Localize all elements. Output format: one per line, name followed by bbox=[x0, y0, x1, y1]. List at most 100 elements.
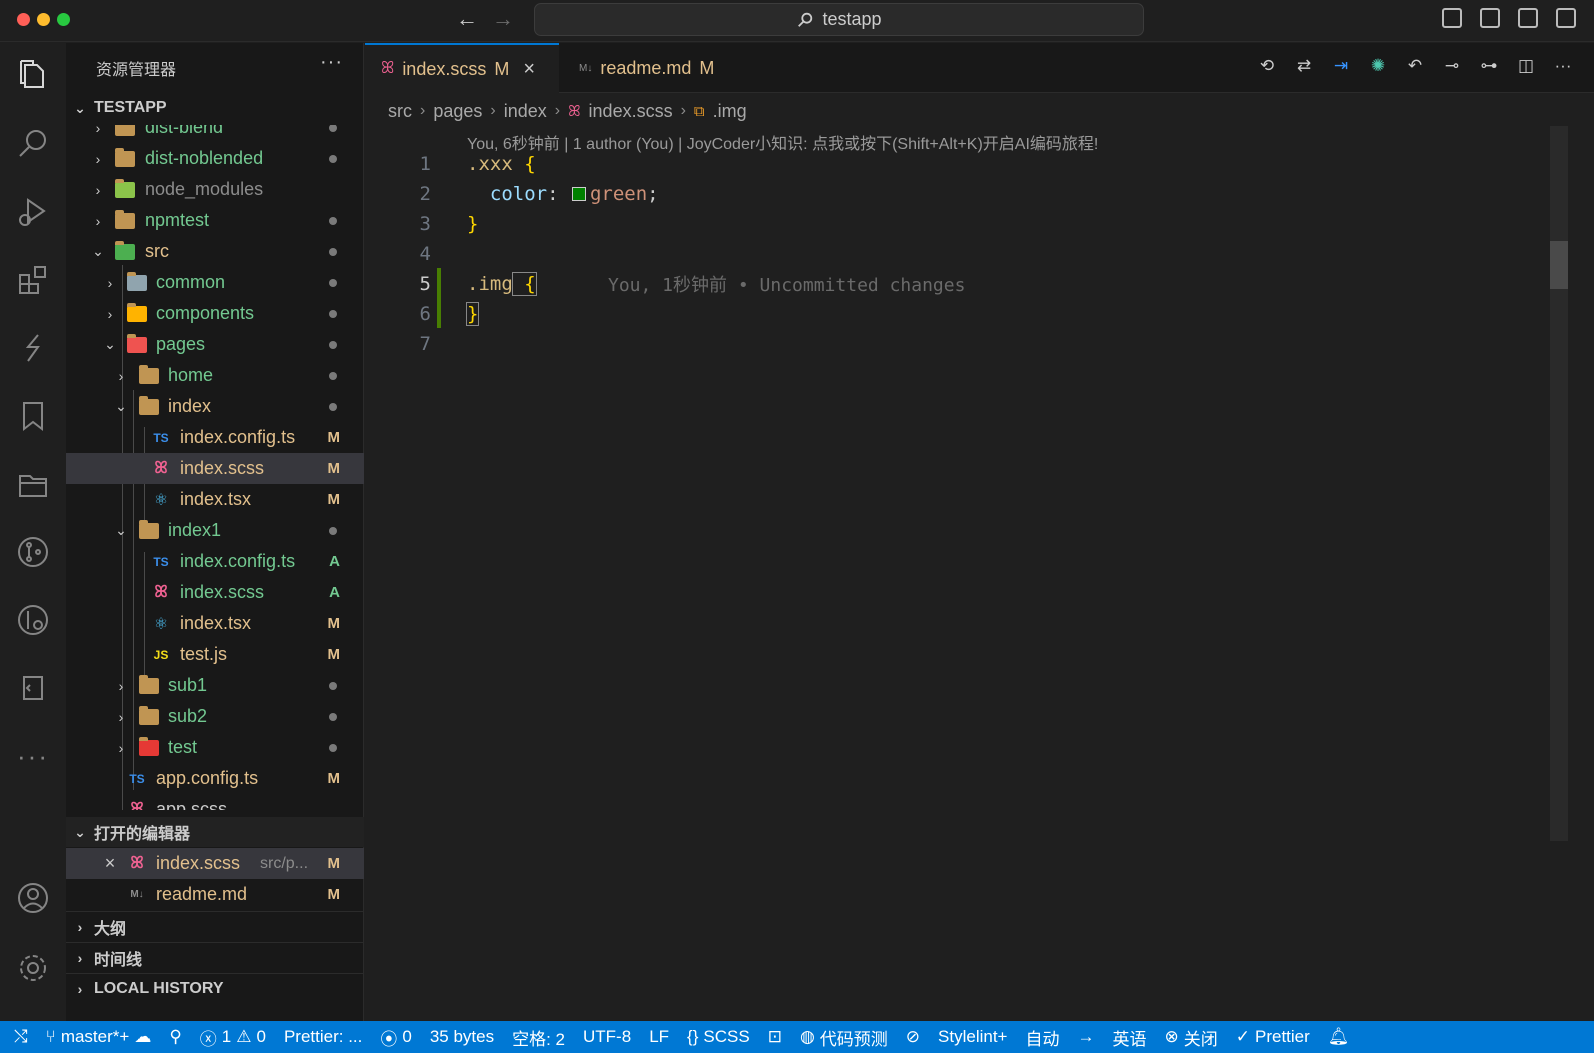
maximize-window-button[interactable] bbox=[57, 13, 70, 26]
tree-item-index1-config-ts[interactable]: TS index.config.ts A bbox=[66, 546, 364, 577]
outline-header[interactable]: › 大纲 bbox=[66, 911, 364, 941]
tree-item-index-scss[interactable]: ꕤ index.scss M bbox=[66, 453, 364, 484]
tree-item-dist-blend[interactable]: › dist-blend bbox=[66, 125, 364, 143]
tree-item-index1-tsx[interactable]: ⚛ index.tsx M bbox=[66, 608, 364, 639]
tree-item-components[interactable]: › components bbox=[66, 298, 364, 329]
breadcrumb-item[interactable]: pages bbox=[433, 101, 482, 122]
ai-assistant-icon[interactable]: ✺ bbox=[1367, 55, 1389, 77]
tab-readme-md[interactable]: M↓ readme.md M bbox=[563, 43, 730, 93]
project-manager-icon[interactable] bbox=[14, 465, 52, 503]
more-actions-icon[interactable]: ··· bbox=[1552, 55, 1574, 77]
source-control-icon[interactable] bbox=[14, 533, 52, 571]
open-editors-header[interactable]: ⌄ 打开的编辑器 bbox=[66, 817, 364, 847]
settings-gear-icon[interactable] bbox=[14, 949, 52, 987]
tree-item-index-tsx[interactable]: ⚛ index.tsx M bbox=[66, 484, 364, 515]
open-editor-index-scss[interactable]: × ꕤ index.scss src/p... M bbox=[66, 848, 364, 879]
customize-layout-icon[interactable] bbox=[1556, 8, 1576, 28]
tree-item-src[interactable]: ⌄ src bbox=[66, 236, 364, 267]
breadcrumb-item[interactable]: src bbox=[388, 101, 412, 122]
indentation[interactable]: 空格: 2 bbox=[503, 1025, 574, 1050]
tree-item-node-modules[interactable]: › node_modules bbox=[66, 174, 364, 205]
close-icon[interactable]: × bbox=[102, 853, 118, 874]
forward-arrow-icon[interactable]: → bbox=[492, 6, 514, 32]
tree-item-pages[interactable]: ⌄ pages bbox=[66, 329, 364, 360]
stylelint-status[interactable]: Stylelint+ bbox=[929, 1027, 1016, 1047]
more-actions-icon[interactable]: ··· bbox=[320, 51, 343, 74]
language-mode[interactable]: {} SCSS bbox=[678, 1027, 759, 1047]
remote-indicator-icon[interactable]: ⤭ bbox=[0, 1027, 37, 1047]
tree-item-common[interactable]: › common bbox=[66, 267, 364, 298]
color-swatch[interactable] bbox=[571, 187, 586, 201]
explorer-icon[interactable] bbox=[14, 55, 52, 93]
tree-item-sub1[interactable]: › sub1 bbox=[66, 670, 364, 701]
go-back-icon[interactable]: ↶ bbox=[1404, 55, 1426, 77]
account-icon[interactable] bbox=[14, 879, 52, 917]
toggle-primary-sidebar-icon[interactable] bbox=[1442, 8, 1462, 28]
tree-item-npmtest[interactable]: › npmtest bbox=[66, 205, 364, 236]
joycoder-icon[interactable] bbox=[14, 329, 52, 367]
end-of-line[interactable]: LF bbox=[640, 1027, 678, 1047]
ai-icon: ◍ bbox=[799, 1027, 815, 1046]
auto-mode[interactable]: 自动 bbox=[1016, 1025, 1068, 1050]
tree-item-index1[interactable]: ⌄ index1 bbox=[66, 515, 364, 546]
ports-item[interactable]: ⦿ 0 bbox=[371, 1025, 420, 1050]
tree-item-home[interactable]: › home bbox=[66, 360, 364, 391]
git-branch-item[interactable]: ⑂ master*+ ☁ bbox=[37, 1027, 161, 1047]
back-arrow-icon[interactable]: ← bbox=[456, 6, 478, 32]
tree-item-sub2[interactable]: › sub2 bbox=[66, 701, 364, 732]
history-icon[interactable]: ⟲ bbox=[1256, 55, 1278, 77]
tree-item-index1-scss[interactable]: ꕤ index.scss A bbox=[66, 577, 364, 608]
encoding[interactable]: UTF-8 bbox=[574, 1027, 640, 1047]
node-folder-icon bbox=[114, 178, 136, 200]
tree-item-index-config-ts[interactable]: TS index.config.ts M bbox=[66, 422, 364, 453]
terminal-icon[interactable]: ⊡ bbox=[759, 1027, 791, 1047]
close-window-button[interactable] bbox=[17, 13, 30, 26]
tree-item-dist-noblended[interactable]: › dist-noblended bbox=[66, 143, 364, 174]
extensions-icon[interactable] bbox=[14, 261, 52, 299]
code-prediction[interactable]: ◍ 代码预测 bbox=[791, 1025, 897, 1050]
split-editor-icon[interactable]: ◫ bbox=[1515, 55, 1537, 77]
scrollbar-thumb[interactable] bbox=[1550, 241, 1568, 289]
run-debug-icon[interactable] bbox=[14, 193, 52, 231]
problems-item[interactable]: ⓧ 1 ⚠ 0 bbox=[191, 1025, 275, 1050]
status-dot bbox=[329, 154, 337, 163]
search-icon[interactable] bbox=[14, 125, 52, 163]
tree-item-test[interactable]: › test bbox=[66, 732, 364, 763]
tree-item-app-scss[interactable]: ꕤ app.scss bbox=[66, 794, 364, 810]
target-language[interactable]: 英语 bbox=[1103, 1025, 1155, 1050]
timeline-header[interactable]: › 时间线 bbox=[66, 942, 364, 972]
minimize-window-button[interactable] bbox=[37, 13, 50, 26]
tab-index-scss[interactable]: ꕤ index.scss M × bbox=[365, 43, 559, 93]
folder-icon bbox=[138, 674, 160, 696]
compare-changes-icon[interactable]: ⇄ bbox=[1293, 55, 1315, 77]
breadcrumb-item[interactable]: index bbox=[504, 101, 547, 122]
project-section-header[interactable]: ⌄ TESTAPP bbox=[66, 93, 364, 123]
code-editor[interactable]: You, 6秒钟前 | 1 author (You) | JoyCoder小知识… bbox=[365, 126, 1594, 1021]
close-toggle[interactable]: ⊗ 关闭 bbox=[1155, 1025, 1226, 1050]
open-changes-icon[interactable]: ⇥ bbox=[1330, 55, 1352, 77]
previous-change-icon[interactable]: ⊸ bbox=[1441, 55, 1463, 77]
prettier-status[interactable]: Prettier: ... bbox=[275, 1027, 371, 1047]
breadcrumb-item[interactable]: index.scss bbox=[589, 101, 673, 122]
open-editor-readme-md[interactable]: M↓ readme.md M bbox=[66, 879, 364, 910]
breadcrumb-item[interactable]: .img bbox=[713, 101, 747, 122]
git-graph-status-icon[interactable]: ⚲ bbox=[160, 1027, 190, 1047]
tree-item-app-config-ts[interactable]: TS app.config.ts M bbox=[66, 763, 364, 794]
local-history-header[interactable]: › LOCAL HISTORY bbox=[66, 973, 364, 1003]
toggle-secondary-sidebar-icon[interactable] bbox=[1518, 8, 1538, 28]
git-graph-icon[interactable] bbox=[14, 601, 52, 639]
tree-item-test-js[interactable]: JS test.js M bbox=[66, 639, 364, 670]
vertical-scrollbar[interactable] bbox=[1550, 126, 1568, 841]
bookmark-icon[interactable] bbox=[14, 397, 52, 435]
command-center-search[interactable]: testapp bbox=[534, 3, 1144, 36]
more-views-icon[interactable]: ··· bbox=[14, 737, 52, 775]
notifications-bell-icon[interactable]: 🔔︎ bbox=[1319, 1027, 1359, 1047]
prettier-formatter[interactable]: ✓ Prettier bbox=[1227, 1027, 1319, 1047]
remote-explorer-icon[interactable] bbox=[14, 669, 52, 707]
close-icon[interactable]: × bbox=[523, 58, 535, 81]
copilot-icon[interactable]: ⊘ bbox=[897, 1027, 929, 1047]
code-line: 3 } bbox=[419, 213, 479, 235]
toggle-panel-icon[interactable] bbox=[1480, 8, 1500, 28]
next-change-icon[interactable]: ⊶ bbox=[1478, 55, 1500, 77]
tree-item-index[interactable]: ⌄ index bbox=[66, 391, 364, 422]
